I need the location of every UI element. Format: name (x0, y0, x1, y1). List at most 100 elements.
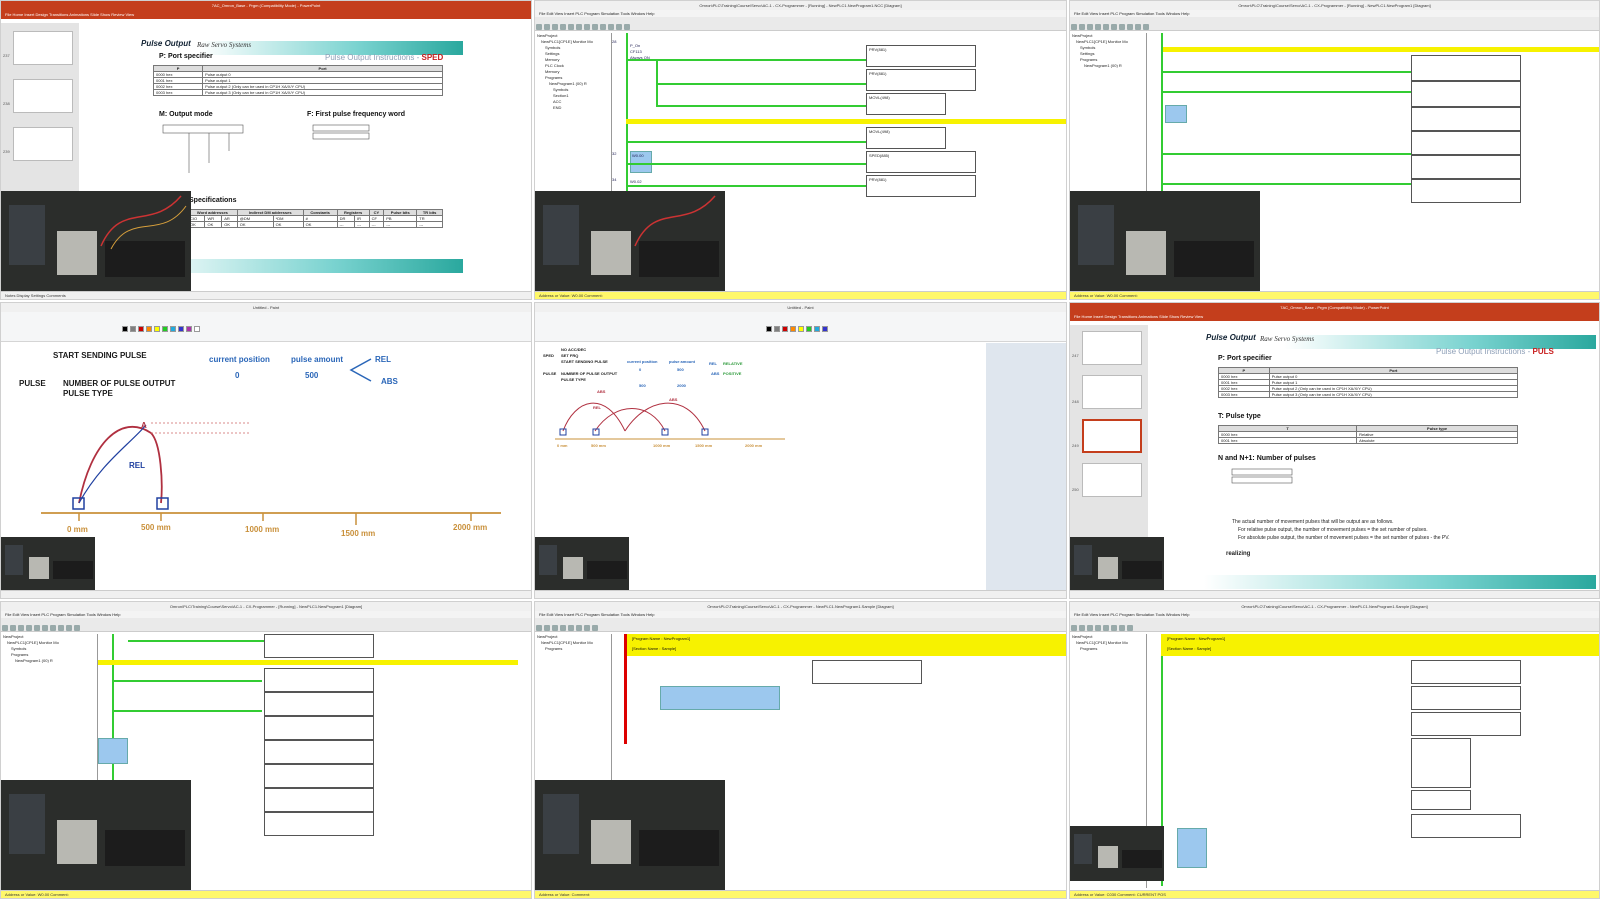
window-title: Omron\PLC\Training\Course\Servo\AC-1 - C… (1070, 602, 1599, 611)
instruction-box[interactable] (1411, 790, 1471, 810)
note-text: NUMBER OF PULSE OUTPUT (561, 371, 618, 376)
paint-ribbon[interactable] (1, 312, 531, 342)
note-text: PULSE TYPE (561, 377, 586, 382)
window-title: Omron\PLC\Training\Course\Servo\AC-1 - C… (535, 602, 1066, 611)
section-port: P: Port specifier (159, 53, 213, 60)
instruction-box[interactable] (264, 764, 374, 788)
toolbar[interactable] (535, 17, 1066, 31)
pulse-amount-value: 500 (305, 371, 319, 380)
instruction-box[interactable] (264, 716, 374, 740)
current-position-value: 0 (235, 371, 240, 380)
instruction-box[interactable]: MOVL(498) (866, 93, 946, 115)
curve-label: ABS (597, 389, 606, 394)
instruction-box[interactable] (1411, 155, 1521, 179)
tree-item[interactable]: NewProgram1 (00) R (3, 658, 73, 664)
tree-item[interactable]: Programs (537, 646, 607, 652)
note-text: SPED (543, 353, 554, 358)
tile-cx-programmer-4: Omron\PLC\Training\Course\Servo\AC-1 - C… (534, 601, 1067, 899)
paint-ribbon[interactable] (535, 312, 1066, 342)
axis-label: 0 mm (67, 525, 88, 534)
slide-number: 248 (1072, 399, 1079, 404)
tree-item[interactable]: END (537, 105, 607, 111)
status-bar (1, 590, 531, 598)
status-bar: Address or Value: W0.00 Comment: (1070, 291, 1599, 299)
menu-bar[interactable]: File Edit View Insert PLC Program Simula… (535, 10, 1066, 17)
tree-item[interactable]: NewProgram1 (00) R (1072, 63, 1142, 69)
slide-thumb[interactable] (1082, 331, 1142, 365)
instruction-box[interactable] (1411, 660, 1521, 684)
instruction-box[interactable] (1411, 686, 1521, 710)
instruction-box[interactable] (1411, 179, 1521, 203)
tree-item[interactable]: Programs (1072, 646, 1142, 652)
instruction-box[interactable] (1411, 712, 1521, 736)
menu-bar[interactable]: File Edit View Insert PLC Program Simula… (1, 611, 531, 618)
window-title: Omron\PLC\Training\Course\Servo\AC-1 - C… (1070, 1, 1599, 10)
slide-thumb[interactable] (1082, 375, 1142, 409)
value-label: 500 (677, 367, 684, 372)
axis-label: 0 mm (557, 443, 568, 448)
toolbar[interactable] (535, 618, 1066, 632)
tile-paint-sketch-2: Untitled - Paint NO ACC/DEC SPED SET FRQ… (534, 302, 1067, 599)
axis-label: 2000 mm (453, 523, 488, 532)
instruction-box[interactable] (1411, 107, 1521, 131)
section-type: T: Pulse type (1218, 413, 1261, 420)
tile-cx-programmer-1: Omron\PLC\Training\Course\Servo\AC-1 - C… (534, 0, 1067, 300)
instruction-box[interactable] (264, 692, 374, 716)
selected-contact[interactable] (1177, 828, 1207, 868)
ladder-diagram[interactable]: [Program Name : NewProgram1] [Section Na… (1146, 634, 1599, 888)
value-label: 2000 (677, 383, 686, 388)
contact-label: P_On (630, 43, 641, 48)
note-text: PULSE (543, 371, 557, 376)
selected-contact[interactable] (98, 738, 128, 764)
instruction-box[interactable] (1411, 81, 1521, 107)
selected-contact[interactable] (1165, 105, 1187, 123)
instruction-box[interactable] (1411, 55, 1521, 81)
section-mode: M: Output mode (159, 111, 213, 118)
instruction-box[interactable] (812, 660, 922, 684)
slide-brand: Raw Servo Systems (197, 41, 252, 49)
instruction-box[interactable]: PRV(881) (866, 45, 976, 67)
slide-canvas[interactable]: Pulse Output Raw Servo Systems Pulse Out… (1204, 329, 1596, 589)
window-title: Untitled - Paint (535, 303, 1066, 312)
curve-label: ABS (669, 397, 678, 402)
note-text: SET FRQ (561, 353, 579, 358)
menu-bar[interactable]: File Edit View Insert PLC Program Simula… (1070, 10, 1599, 17)
instruction-box[interactable] (1411, 738, 1471, 788)
status-bar: Address or Value: W0.00 Comment: (1, 890, 531, 898)
bullet-text: The actual number of movement pulses tha… (1232, 519, 1394, 525)
bullet-text: For absolute pulse output, the number of… (1238, 535, 1450, 541)
instruction-box[interactable] (1411, 131, 1521, 155)
instruction-box[interactable] (264, 668, 374, 692)
slide-thumb[interactable] (13, 31, 73, 65)
instruction-box[interactable] (264, 634, 374, 658)
slide-thumb[interactable] (13, 127, 73, 161)
instruction-box[interactable] (264, 740, 374, 764)
instruction-box[interactable]: PRV(881) (866, 175, 976, 197)
toolbar[interactable] (1070, 618, 1599, 632)
error-rail (624, 634, 627, 744)
window-title: Untitled - Paint (1, 303, 531, 312)
note-text: NO ACC/DEC (561, 347, 587, 352)
window-title: Omron\PLC\Training\Course\Servo\AC-1 - C… (1, 602, 531, 611)
contact-label: W0.00 (632, 153, 644, 158)
instruction-box[interactable]: MOVL(498) (866, 127, 946, 149)
slide-thumb[interactable] (1082, 463, 1142, 497)
instruction-box[interactable]: SPED(885) (866, 151, 976, 173)
instruction-box[interactable] (264, 788, 374, 812)
slide-thumb-selected[interactable] (1082, 419, 1142, 453)
axis-label: 1500 mm (341, 529, 376, 538)
menu-bar[interactable]: File Edit View Insert PLC Program Simula… (535, 611, 1066, 618)
type-table: T Pulse type 0000 hex Relative 0001 hex Abs… (1217, 425, 1518, 444)
slide-thumb[interactable] (13, 79, 73, 113)
toolbar[interactable] (1070, 17, 1599, 31)
instruction-box[interactable]: PRV(881) (866, 69, 976, 91)
tile-cx-programmer-5: Omron\PLC\Training\Course\Servo\AC-1 - C… (1069, 601, 1600, 899)
rel-option: REL (375, 355, 391, 364)
selected-instruction[interactable] (660, 686, 780, 710)
menu-bar[interactable]: File Edit View Insert PLC Program Simula… (1070, 611, 1599, 618)
highlighted-rung (626, 119, 1066, 124)
instruction-box[interactable] (264, 812, 374, 836)
webcam-overlay (1070, 191, 1260, 299)
toolbar[interactable] (1, 618, 531, 632)
instruction-box[interactable] (1411, 814, 1521, 838)
